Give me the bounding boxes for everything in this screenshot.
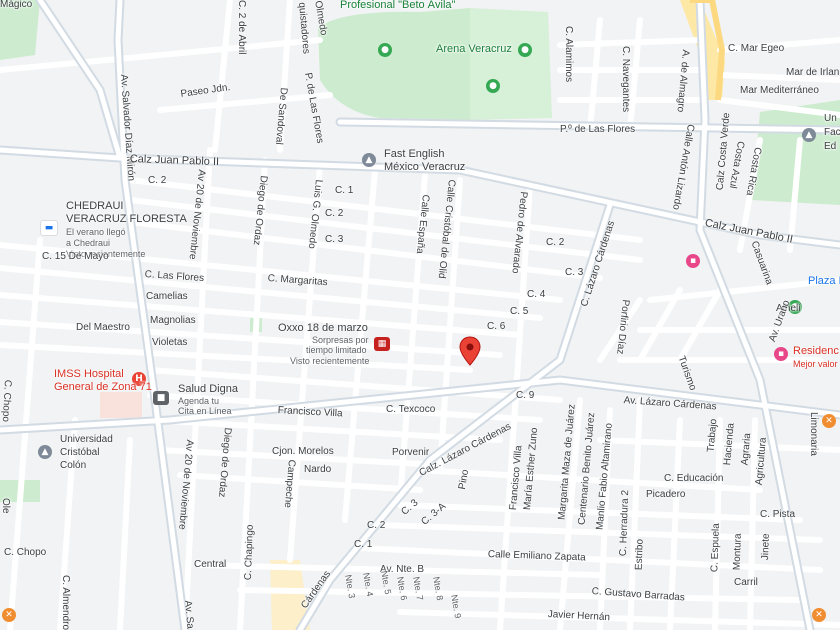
street-label: C. 2 — [546, 237, 565, 248]
store-icon[interactable]: ▬ — [40, 220, 58, 236]
street-label: Violetas — [152, 337, 188, 348]
street-label: C. 1 — [354, 539, 373, 550]
park-icon[interactable]: ● — [378, 43, 392, 57]
street-label: C. 5 — [510, 306, 529, 317]
poi-label[interactable]: Ed — [824, 141, 836, 153]
poi-sublabel: tiempo limitado — [306, 345, 367, 355]
poi-label[interactable]: Profesional "Beto Ávila" — [340, 0, 455, 12]
poi-label[interactable]: Residenc — [793, 345, 839, 358]
poi-label[interactable]: General de Zona 71 — [54, 381, 152, 394]
street-label: P.º de Las Flores — [560, 124, 636, 135]
street-label: Del Maestro — [76, 322, 130, 333]
street-label: C. 2 de Abril — [236, 0, 247, 55]
poi-label[interactable]: Oxxo 18 de marzo — [278, 322, 368, 335]
map-canvas[interactable]: ● ● ● ▲ ▲ ▲ ▬ ▦ H ■ ▪ ▪ ✕ ✕ ✕ ● Profesio… — [0, 0, 840, 630]
street-label: C. 15 De Mayo — [42, 251, 109, 262]
poi-sublabel: El verano llegó — [66, 227, 126, 237]
poi-label[interactable]: IMSS Hospital — [54, 368, 124, 381]
poi-label[interactable]: Salud Digna — [178, 383, 238, 396]
street-label: C. Mar Egeo — [728, 43, 785, 54]
street-label: Porvenir — [392, 447, 430, 458]
poi-sublabel: Cita en Línea — [178, 406, 232, 416]
street-label: C. 2 — [325, 208, 344, 219]
poi-sublabel: Visto recientemente — [290, 356, 370, 366]
store-icon[interactable]: ▦ — [374, 337, 390, 351]
school-icon[interactable]: ▲ — [802, 128, 816, 142]
street-label: Magnolias — [150, 315, 196, 326]
poi-label[interactable]: Colón — [60, 460, 86, 472]
street-label: Ole — [0, 498, 11, 514]
poi-label[interactable]: Mágico — [0, 0, 32, 11]
street-label: Av. Sa — [182, 599, 196, 630]
poi-label[interactable]: Cristóbal — [60, 447, 99, 459]
location-pin-icon[interactable] — [459, 336, 481, 366]
street-label: Picadero — [646, 489, 686, 500]
street-label: C. 3 — [325, 234, 344, 245]
street-label: C. Chopo — [0, 379, 13, 423]
street-label: C. Espuela — [709, 523, 722, 573]
street-label: C. 9 — [516, 390, 535, 401]
poi-label[interactable]: Fac — [824, 127, 840, 139]
street-label: Estribo — [633, 538, 646, 571]
street-label: C. Alamimos — [563, 26, 574, 83]
hotel-icon[interactable]: ▪ — [774, 347, 788, 361]
street-label: Nardo — [304, 464, 332, 475]
street-label: C. 2 — [367, 520, 386, 531]
street-label: C. Chopo — [4, 547, 47, 558]
street-label: Mar Mediterráneo — [740, 85, 819, 96]
street-label: C. 2 — [148, 175, 167, 186]
street-label: C. 6 — [487, 321, 506, 332]
poi-label[interactable]: VERACRUZ FLORESTA — [66, 213, 187, 226]
restaurant-icon[interactable]: ✕ — [812, 608, 826, 622]
street-label: Mar de Irlan — [786, 67, 840, 78]
street-label: Limonaria — [808, 412, 819, 456]
street-label: C. Educación — [664, 473, 724, 484]
street-label: Carril — [734, 577, 758, 588]
street-label: C. Texcoco — [386, 404, 436, 415]
street-label: C. 1 — [335, 185, 354, 196]
street-label: Central — [194, 559, 227, 570]
clinic-icon[interactable]: ■ — [153, 391, 169, 405]
poi-label[interactable]: México Veracruz — [384, 161, 465, 174]
park-icon[interactable]: ● — [486, 79, 500, 93]
street-label: Jinete — [759, 533, 772, 561]
street-label: Cjon. Morelos — [272, 446, 334, 457]
park-icon[interactable]: ● — [518, 43, 532, 57]
poi-label[interactable]: Un — [824, 113, 837, 125]
hotel-icon[interactable]: ▪ — [686, 254, 700, 268]
street-label: Montura — [731, 533, 744, 571]
poi-label[interactable]: CHEDRAUI — [66, 200, 123, 213]
street-label: C. 3 — [565, 267, 584, 278]
school-icon[interactable]: ▲ — [362, 153, 376, 167]
poi-label[interactable]: Arena Veracruz — [436, 43, 512, 56]
poi-sublabel: Mejor valor — [793, 359, 838, 369]
street-label: C. Navegantes — [620, 46, 631, 113]
poi-label[interactable]: Plaza M — [808, 275, 840, 288]
restaurant-icon[interactable]: ✕ — [822, 414, 836, 428]
school-icon[interactable]: ▲ — [38, 445, 52, 459]
street-label: C. Almendro — [60, 575, 71, 630]
street-label: C. Chapingo — [242, 524, 256, 581]
street-label: C. Pista — [760, 509, 796, 520]
poi-sublabel: a Chedraui — [66, 238, 111, 248]
poi-label[interactable]: Universidad — [60, 434, 113, 446]
street-label: C. 4 — [527, 289, 546, 300]
street-label: Camelias — [146, 291, 188, 302]
restaurant-icon[interactable]: ✕ — [2, 608, 16, 622]
poi-label[interactable]: Fast English — [384, 148, 445, 161]
